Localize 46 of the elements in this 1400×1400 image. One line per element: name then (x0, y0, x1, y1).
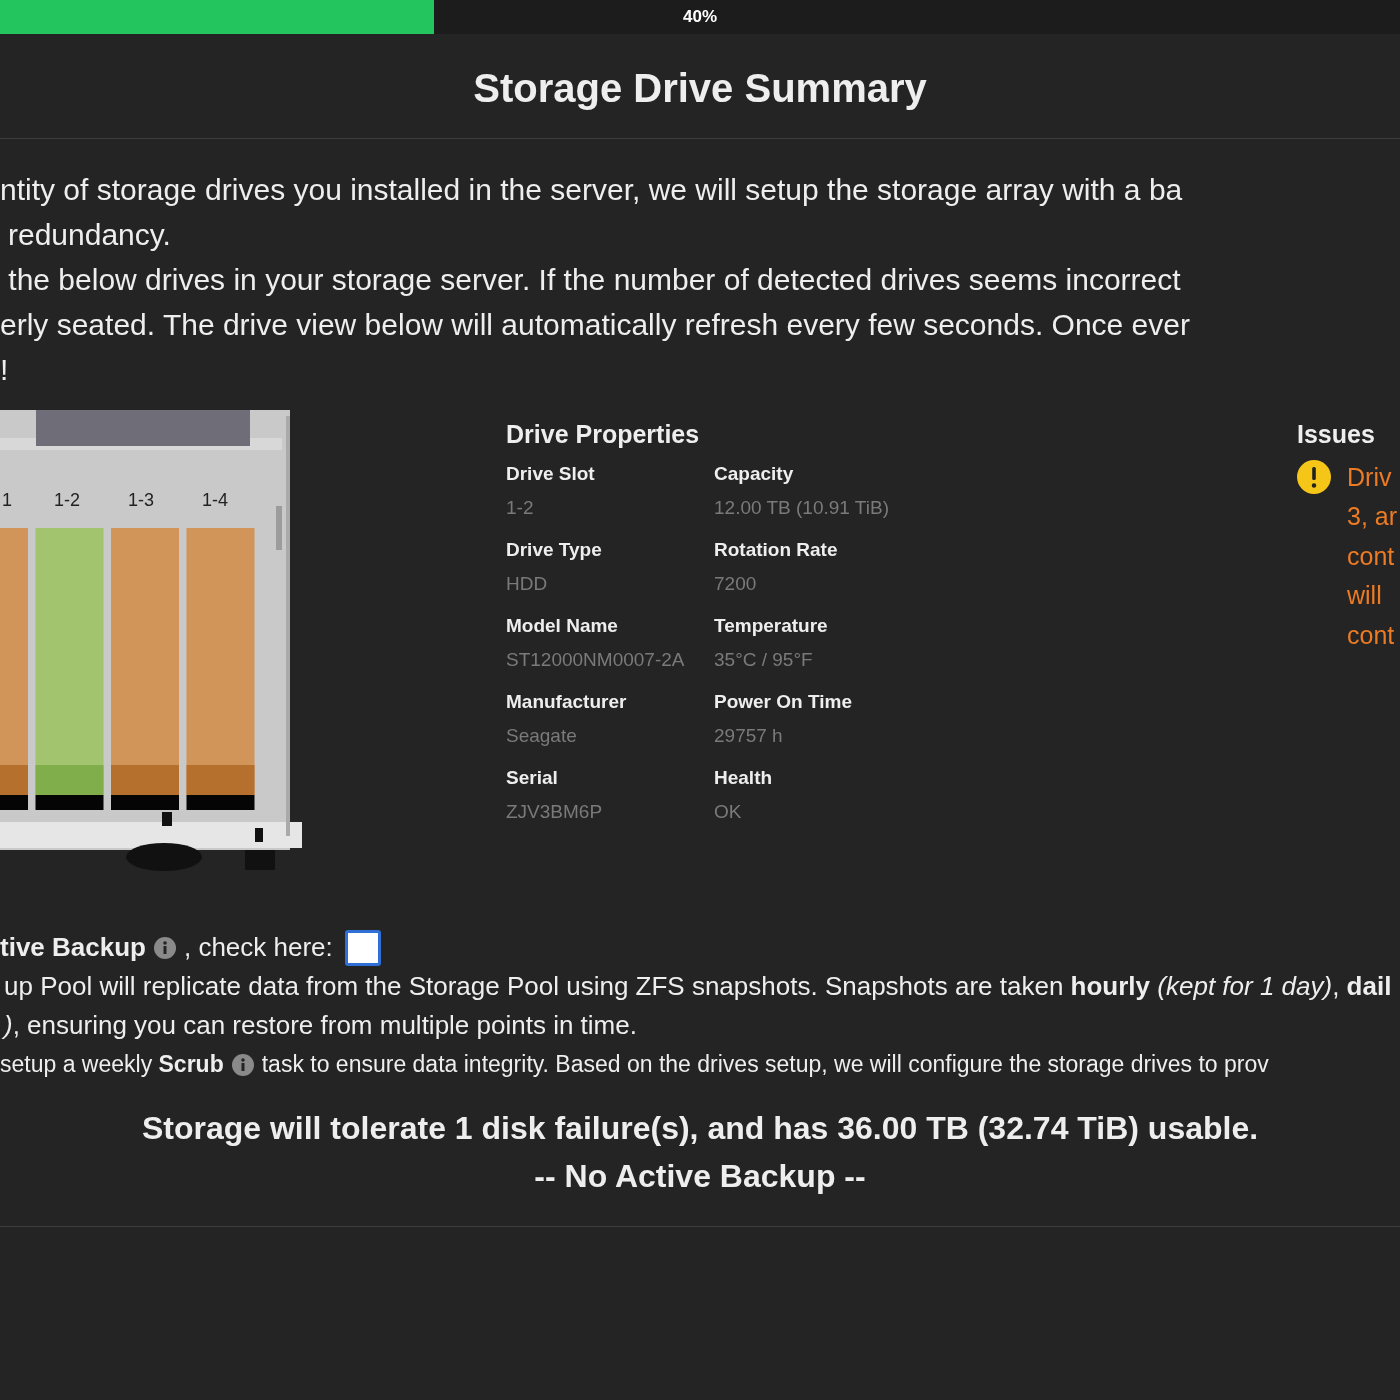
page-title: Storage Drive Summary (472, 65, 928, 112)
section-heading: Issues (1297, 419, 1376, 450)
scrub-text: setup a weekly Scrub (0, 1050, 224, 1079)
info-icon[interactable] (153, 936, 176, 959)
summary-text: -- No Active Backup -- (533, 1157, 867, 1196)
slot-label: 1-3 (128, 490, 154, 510)
property-label: Model Name (506, 613, 619, 638)
section-heading: Drive Properties (506, 419, 701, 450)
property-label: Drive Slot (506, 461, 596, 486)
backup-description: up Pool will replicate data from the Storage Pool using ZFS snapshots. Snapshots are taken hourly (kept for 1 day), dail ), ensuring you can restore from multiple points in time. (1, 970, 1393, 1042)
slot-label: 1 (2, 490, 12, 510)
property-value: 1-2 (506, 495, 535, 520)
scrub-description: task to ensure data integrity. Based on the drives setup, we will configure the storage drives to prov (261, 1050, 1269, 1079)
property-value: HDD (506, 571, 549, 596)
property-label: Health (714, 765, 774, 790)
property-value: Seagate (506, 723, 578, 748)
property-value: 29757 h (714, 723, 784, 748)
property-value: 35°C / 95°F (714, 647, 814, 672)
slot-label: 1-4 (202, 490, 228, 510)
property-label: Power On Time (714, 689, 853, 714)
property-value: 12.00 TB (10.91 TiB) (714, 495, 890, 520)
drive-bay[interactable] (111, 528, 179, 810)
drive-bay[interactable] (0, 528, 28, 810)
progress-label: 40% (682, 6, 718, 28)
intro-paragraph: ntity of storage drives you installed in the server, we will setup the storage array with a ba redundancy. (0, 172, 1184, 253)
property-value: ZJV3BM6P (506, 799, 604, 824)
property-label: Capacity (714, 461, 795, 486)
backup-checkbox[interactable] (344, 929, 381, 966)
property-label: Drive Type (506, 537, 603, 562)
property-label: Rotation Rate (714, 537, 839, 562)
property-value: OK (714, 799, 743, 824)
check-here-label: , check here: (183, 931, 333, 964)
intro-paragraph: the below drives in your storage server. If the number of detected drives seems incorrect erly seated. The drive view below will automatically refresh every few seconds. Once ever ! (0, 262, 1191, 388)
slot-label: 1-2 (54, 490, 80, 510)
property-value: 7200 (714, 571, 758, 596)
warning-icon (1297, 459, 1331, 494)
property-value: ST12000NM0007-2A (506, 647, 686, 672)
info-icon[interactable] (231, 1053, 254, 1076)
property-label: Manufacturer (506, 689, 628, 714)
drive-bay[interactable] (186, 528, 255, 810)
drive-bay[interactable] (35, 528, 104, 810)
issue-text: Driv 3, ar cont will cont (1347, 461, 1398, 651)
backup-label: tive Backup (0, 931, 146, 964)
property-label: Serial (506, 765, 559, 790)
property-label: Temperature (714, 613, 829, 638)
summary-text: Storage will tolerate 1 disk failure(s), and has 36.00 TB (32.74 TiB) usable. (140, 1109, 1260, 1148)
